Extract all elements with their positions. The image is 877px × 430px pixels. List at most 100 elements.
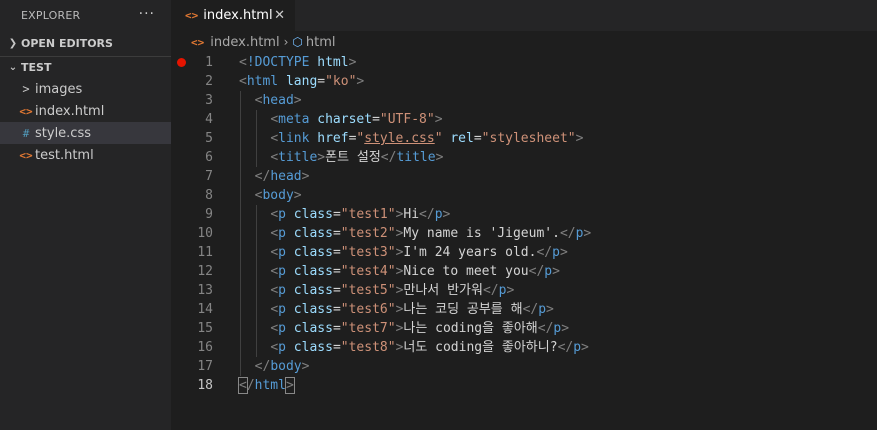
breadcrumb-symbol[interactable]: html <box>306 35 336 50</box>
code-line: 8 <body> <box>171 186 877 205</box>
line-number: 12 <box>197 264 213 279</box>
code-line: 1 <!DOCTYPE html> <box>171 53 877 72</box>
line-number: 16 <box>197 340 213 355</box>
line-number: 15 <box>197 321 213 336</box>
line-number: 11 <box>197 245 213 260</box>
code-token: p <box>278 340 286 355</box>
code-token: class <box>293 245 333 260</box>
code-token: = <box>332 283 341 298</box>
code-token: < <box>270 207 279 222</box>
code-line: 4 <meta charset="UTF-8"> <box>171 110 877 129</box>
code-token: </ <box>254 169 271 184</box>
code-token: = <box>332 245 341 260</box>
code-token: rel <box>450 131 474 146</box>
line-number: 14 <box>197 302 213 317</box>
code-line: 17 </body> <box>171 357 877 376</box>
code-token: html <box>246 74 279 89</box>
open-editors-section[interactable]: ❯ OPEN EDITORS <box>0 32 171 54</box>
code-token: "test5" <box>340 283 396 298</box>
code-token: style.css <box>364 131 435 146</box>
line-number: 7 <box>205 169 213 184</box>
code-token: > <box>293 93 302 108</box>
code-token: class <box>293 340 333 355</box>
code-token: 나는 coding을 좋아해 <box>403 321 538 336</box>
tree-item-label: style.css <box>35 125 91 141</box>
code-token: lang <box>285 74 318 89</box>
code-line: 13 <p class="test5">만나서 반가워</p> <box>171 281 877 300</box>
code-token: > <box>546 302 554 317</box>
code-token: head <box>262 93 294 108</box>
code-token: 나는 코딩 공부를 해 <box>403 302 523 317</box>
code-token: html <box>317 55 349 70</box>
line-number: 1 <box>205 55 213 70</box>
code-token: < <box>270 131 279 146</box>
breadcrumb-file[interactable]: index.html <box>210 35 279 50</box>
symbol-element-icon: ⬡ <box>292 35 303 49</box>
code-token: class <box>293 283 333 298</box>
code-line: 12 <p class="test4">Nice to meet you</p> <box>171 262 877 281</box>
code-line: 9 <p class="test1">Hi</p> <box>171 205 877 224</box>
code-token: 폰트 설정 <box>325 150 381 165</box>
html-file-icon: <> <box>19 148 33 162</box>
code-token: "test4" <box>340 264 396 279</box>
code-token: title <box>278 150 318 165</box>
code-token: > <box>356 74 365 89</box>
code-text: <head> <box>239 91 302 110</box>
code-line: 6 <title>폰트 설정</title> <box>171 148 877 167</box>
code-token: </ <box>482 283 499 298</box>
code-token: > <box>435 150 444 165</box>
code-text: <html lang="ko"> <box>239 72 364 91</box>
code-text: </body> <box>239 357 310 376</box>
folder-test-section[interactable]: ⌄ TEST <box>0 56 171 78</box>
tree-item[interactable]: > images <box>0 78 171 100</box>
tab-bar: <> index.html ✕ <box>171 0 877 31</box>
more-actions-icon[interactable]: ··· <box>139 6 155 22</box>
code-token: = <box>317 74 326 89</box>
tree-item[interactable]: # style.css <box>0 122 171 144</box>
code-token: </ <box>559 226 576 241</box>
code-token: </ <box>536 245 553 260</box>
tree-item[interactable]: <> index.html <box>0 100 171 122</box>
code-token: = <box>372 112 380 127</box>
code-token: link <box>278 131 310 146</box>
code-line: 7 </head> <box>171 167 877 186</box>
code-token: = <box>473 131 482 146</box>
code-token: < <box>270 245 279 260</box>
code-token: p <box>544 264 553 279</box>
chevron-right-icon: > <box>22 82 30 96</box>
code-token: > <box>301 359 310 374</box>
tree-item[interactable]: <> test.html <box>0 144 171 166</box>
code-token: = <box>332 264 341 279</box>
code-token: < <box>239 74 247 89</box>
code-token: p <box>278 226 286 241</box>
code-token: p <box>278 302 286 317</box>
code-editor[interactable]: 1 <!DOCTYPE html> 2 <html lang="ko"> 3 <head… <box>171 53 877 430</box>
code-token: "test6" <box>340 302 396 317</box>
code-token: p <box>278 207 286 222</box>
html-file-icon: <> <box>185 9 199 22</box>
code-token: > <box>284 377 295 394</box>
code-text: </html> <box>238 376 295 395</box>
code-token: > <box>561 321 570 336</box>
code-token: / <box>246 378 255 393</box>
css-file-icon: # <box>22 126 30 140</box>
code-token: charset <box>317 112 373 127</box>
code-token: </ <box>528 264 545 279</box>
code-text: <meta charset="UTF-8"> <box>239 110 442 129</box>
close-icon[interactable]: ✕ <box>274 8 285 23</box>
code-token: body <box>262 188 294 203</box>
tab-label: index.html <box>203 8 273 23</box>
tab-index-html[interactable]: <> index.html ✕ <box>171 0 295 31</box>
code-token: < <box>270 264 279 279</box>
code-token: p <box>278 264 286 279</box>
